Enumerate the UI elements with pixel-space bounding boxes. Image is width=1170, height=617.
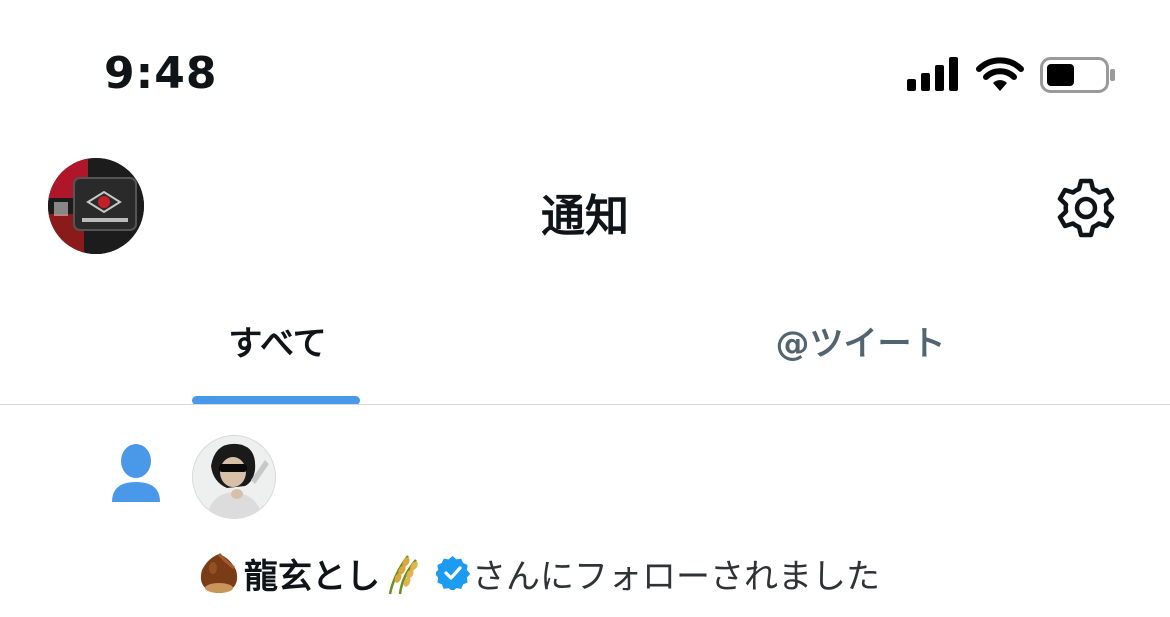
gear-icon[interactable] <box>1054 176 1118 240</box>
verified-badge-icon <box>436 556 470 590</box>
wifi-icon <box>976 57 1024 91</box>
page-title: 通知 <box>541 191 629 242</box>
tab-all[interactable]: すべて <box>0 316 570 365</box>
tab-mentions[interactable]: @ツイート <box>568 316 1153 365</box>
battery-icon <box>1040 57 1115 93</box>
notification-text-line: 龍玄とし さんにフォローされました <box>196 548 880 598</box>
chestnut-emoji <box>200 553 238 593</box>
tabs-divider <box>0 404 1170 405</box>
cellular-signal-icon <box>907 57 959 91</box>
status-time: 9:48 <box>104 48 218 99</box>
notifications-screen: 9:48 通知 すべて @ツイート 龍玄とし さんにフォローされました <box>0 0 1170 617</box>
rice-ear-emoji <box>388 555 418 595</box>
follower-name[interactable]: 龍玄とし <box>244 549 380 598</box>
follower-avatar[interactable] <box>192 435 276 519</box>
notification-message: さんにフォローされました <box>472 556 880 597</box>
person-icon <box>112 444 160 502</box>
